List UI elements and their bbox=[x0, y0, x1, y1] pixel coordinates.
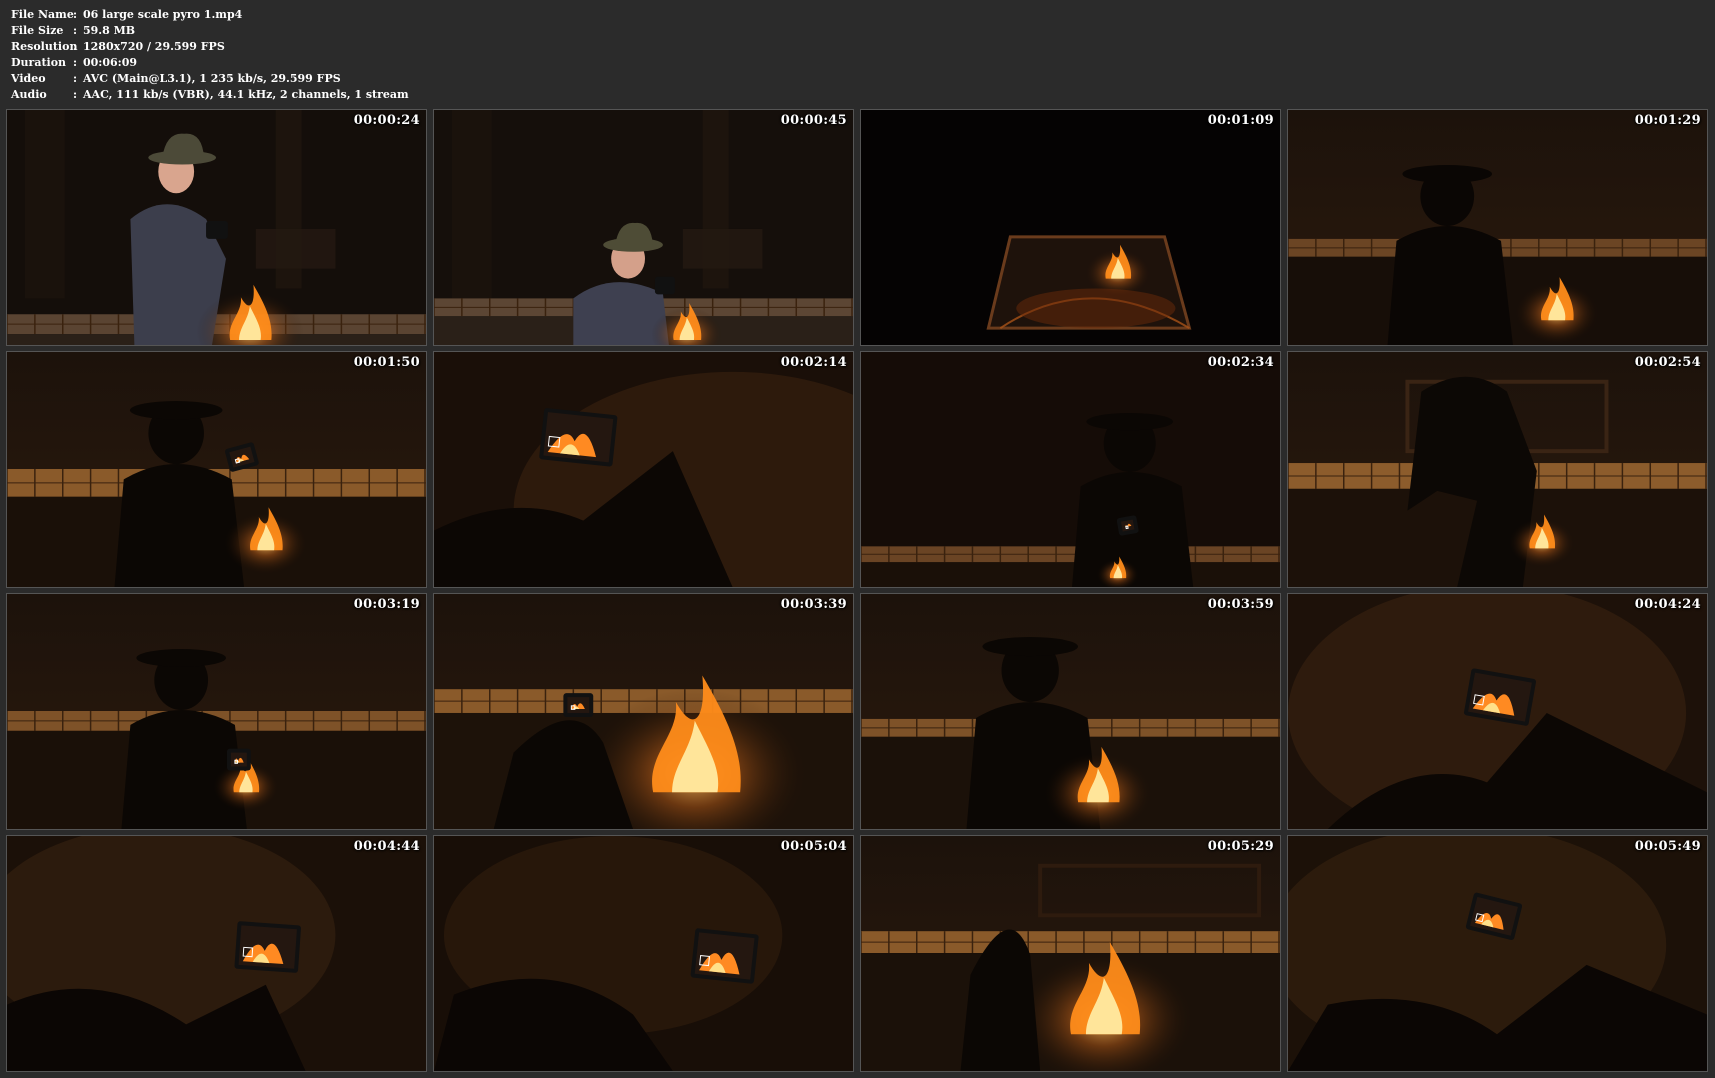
thumbnail-image bbox=[861, 110, 1280, 345]
media-info-row: Duration:00:06:09 bbox=[11, 55, 911, 71]
media-info-value: 1280x720 / 29.599 FPS bbox=[83, 40, 225, 53]
thumbnail-image bbox=[861, 352, 1280, 587]
video-thumbnail[interactable]: 00:02:34 bbox=[860, 351, 1281, 588]
thumbnail-timestamp: 00:05:29 bbox=[1207, 839, 1274, 854]
thumbnail-grid: 00:00:24 00:00:45 00:01:09 00:01:29 00:01:50… bbox=[6, 109, 1709, 1072]
video-thumbnail[interactable]: 00:00:24 bbox=[6, 109, 427, 346]
thumbnail-image bbox=[7, 836, 426, 1071]
media-info-value: AVC (Main@L3.1), 1 235 kb/s, 29.599 FPS bbox=[83, 72, 341, 85]
video-thumbnail[interactable]: 00:05:49 bbox=[1287, 835, 1708, 1072]
thumbnail-image bbox=[1288, 352, 1707, 587]
media-info-label: Video bbox=[11, 72, 46, 85]
thumbnail-timestamp: 00:03:39 bbox=[780, 597, 847, 612]
video-thumbnail[interactable]: 00:00:45 bbox=[433, 109, 854, 346]
media-info-label: File Name bbox=[11, 8, 74, 21]
thumbnail-timestamp: 00:01:50 bbox=[353, 355, 420, 370]
thumbnail-timestamp: 00:00:45 bbox=[780, 113, 847, 128]
thumbnail-image bbox=[1288, 110, 1707, 345]
media-info-value: 00:06:09 bbox=[83, 56, 138, 69]
video-thumbnail[interactable]: 00:04:24 bbox=[1287, 593, 1708, 830]
media-info-value: 59.8 MB bbox=[83, 24, 136, 37]
video-thumbnail[interactable]: 00:05:04 bbox=[433, 835, 854, 1072]
media-info-value: 06 large scale pyro 1.mp4 bbox=[83, 8, 243, 21]
media-info-panel: File Name:06 large scale pyro 1.mp4 File … bbox=[11, 7, 911, 103]
media-info-row: Audio: AAC, 111 kb/s (VBR), 44.1 kHz, 2 c… bbox=[11, 87, 911, 103]
media-info-row: Resolution:1280x720 / 29.599 FPS bbox=[11, 39, 911, 55]
thumbnail-timestamp: 00:05:04 bbox=[780, 839, 847, 854]
video-thumbnail[interactable]: 00:01:50 bbox=[6, 351, 427, 588]
media-info-row: Video: AVC (Main@L3.1), 1 235 kb/s, 29.59… bbox=[11, 71, 911, 87]
media-info-separator: : bbox=[73, 56, 78, 69]
thumbnail-image bbox=[1288, 594, 1707, 829]
media-info-label: Resolution bbox=[11, 40, 78, 53]
thumbnail-image bbox=[7, 352, 426, 587]
thumbnail-timestamp: 00:03:59 bbox=[1207, 597, 1274, 612]
video-thumbnail[interactable]: 00:03:39 bbox=[433, 593, 854, 830]
media-info-separator: : bbox=[73, 40, 78, 53]
video-thumbnail[interactable]: 00:04:44 bbox=[6, 835, 427, 1072]
thumbnail-image bbox=[434, 352, 853, 587]
media-info-value: AAC, 111 kb/s (VBR), 44.1 kHz, 2 channel… bbox=[83, 88, 409, 101]
thumbnail-timestamp: 00:00:24 bbox=[353, 113, 420, 128]
thumbnail-timestamp: 00:04:44 bbox=[353, 839, 420, 854]
video-thumbnail[interactable]: 00:02:54 bbox=[1287, 351, 1708, 588]
media-info-label: Audio bbox=[11, 88, 47, 101]
video-thumbnail[interactable]: 00:01:29 bbox=[1287, 109, 1708, 346]
video-thumbnail[interactable]: 00:03:19 bbox=[6, 593, 427, 830]
thumbnail-timestamp: 00:04:24 bbox=[1634, 597, 1701, 612]
thumbnail-timestamp: 00:02:14 bbox=[780, 355, 847, 370]
media-info-label: File Size bbox=[11, 24, 64, 37]
thumbnail-timestamp: 00:02:34 bbox=[1207, 355, 1274, 370]
thumbnail-image bbox=[1288, 836, 1707, 1071]
media-info-separator: : bbox=[73, 24, 78, 37]
thumbnail-timestamp: 00:05:49 bbox=[1634, 839, 1701, 854]
thumbnail-image bbox=[7, 594, 426, 829]
thumbnail-timestamp: 00:03:19 bbox=[353, 597, 420, 612]
thumbnail-timestamp: 00:01:29 bbox=[1634, 113, 1701, 128]
video-thumbnail[interactable]: 00:05:29 bbox=[860, 835, 1281, 1072]
media-info-separator: : bbox=[73, 72, 78, 85]
thumbnail-image bbox=[7, 110, 426, 345]
media-info-separator: : bbox=[73, 88, 78, 101]
thumbnail-timestamp: 00:02:54 bbox=[1634, 355, 1701, 370]
thumbnail-image bbox=[434, 594, 853, 829]
thumbnail-image bbox=[861, 836, 1280, 1071]
video-thumbnail[interactable]: 00:02:14 bbox=[433, 351, 854, 588]
media-info-separator: : bbox=[73, 8, 78, 21]
video-thumbnail[interactable]: 00:03:59 bbox=[860, 593, 1281, 830]
media-info-row: File Size:59.8 MB bbox=[11, 23, 911, 39]
media-info-row: File Name:06 large scale pyro 1.mp4 bbox=[11, 7, 911, 23]
video-thumbnail[interactable]: 00:01:09 bbox=[860, 109, 1281, 346]
thumbnail-image bbox=[434, 110, 853, 345]
thumbnail-image bbox=[861, 594, 1280, 829]
thumbnail-image bbox=[434, 836, 853, 1071]
thumbnail-timestamp: 00:01:09 bbox=[1207, 113, 1274, 128]
media-info-label: Duration bbox=[11, 56, 67, 69]
